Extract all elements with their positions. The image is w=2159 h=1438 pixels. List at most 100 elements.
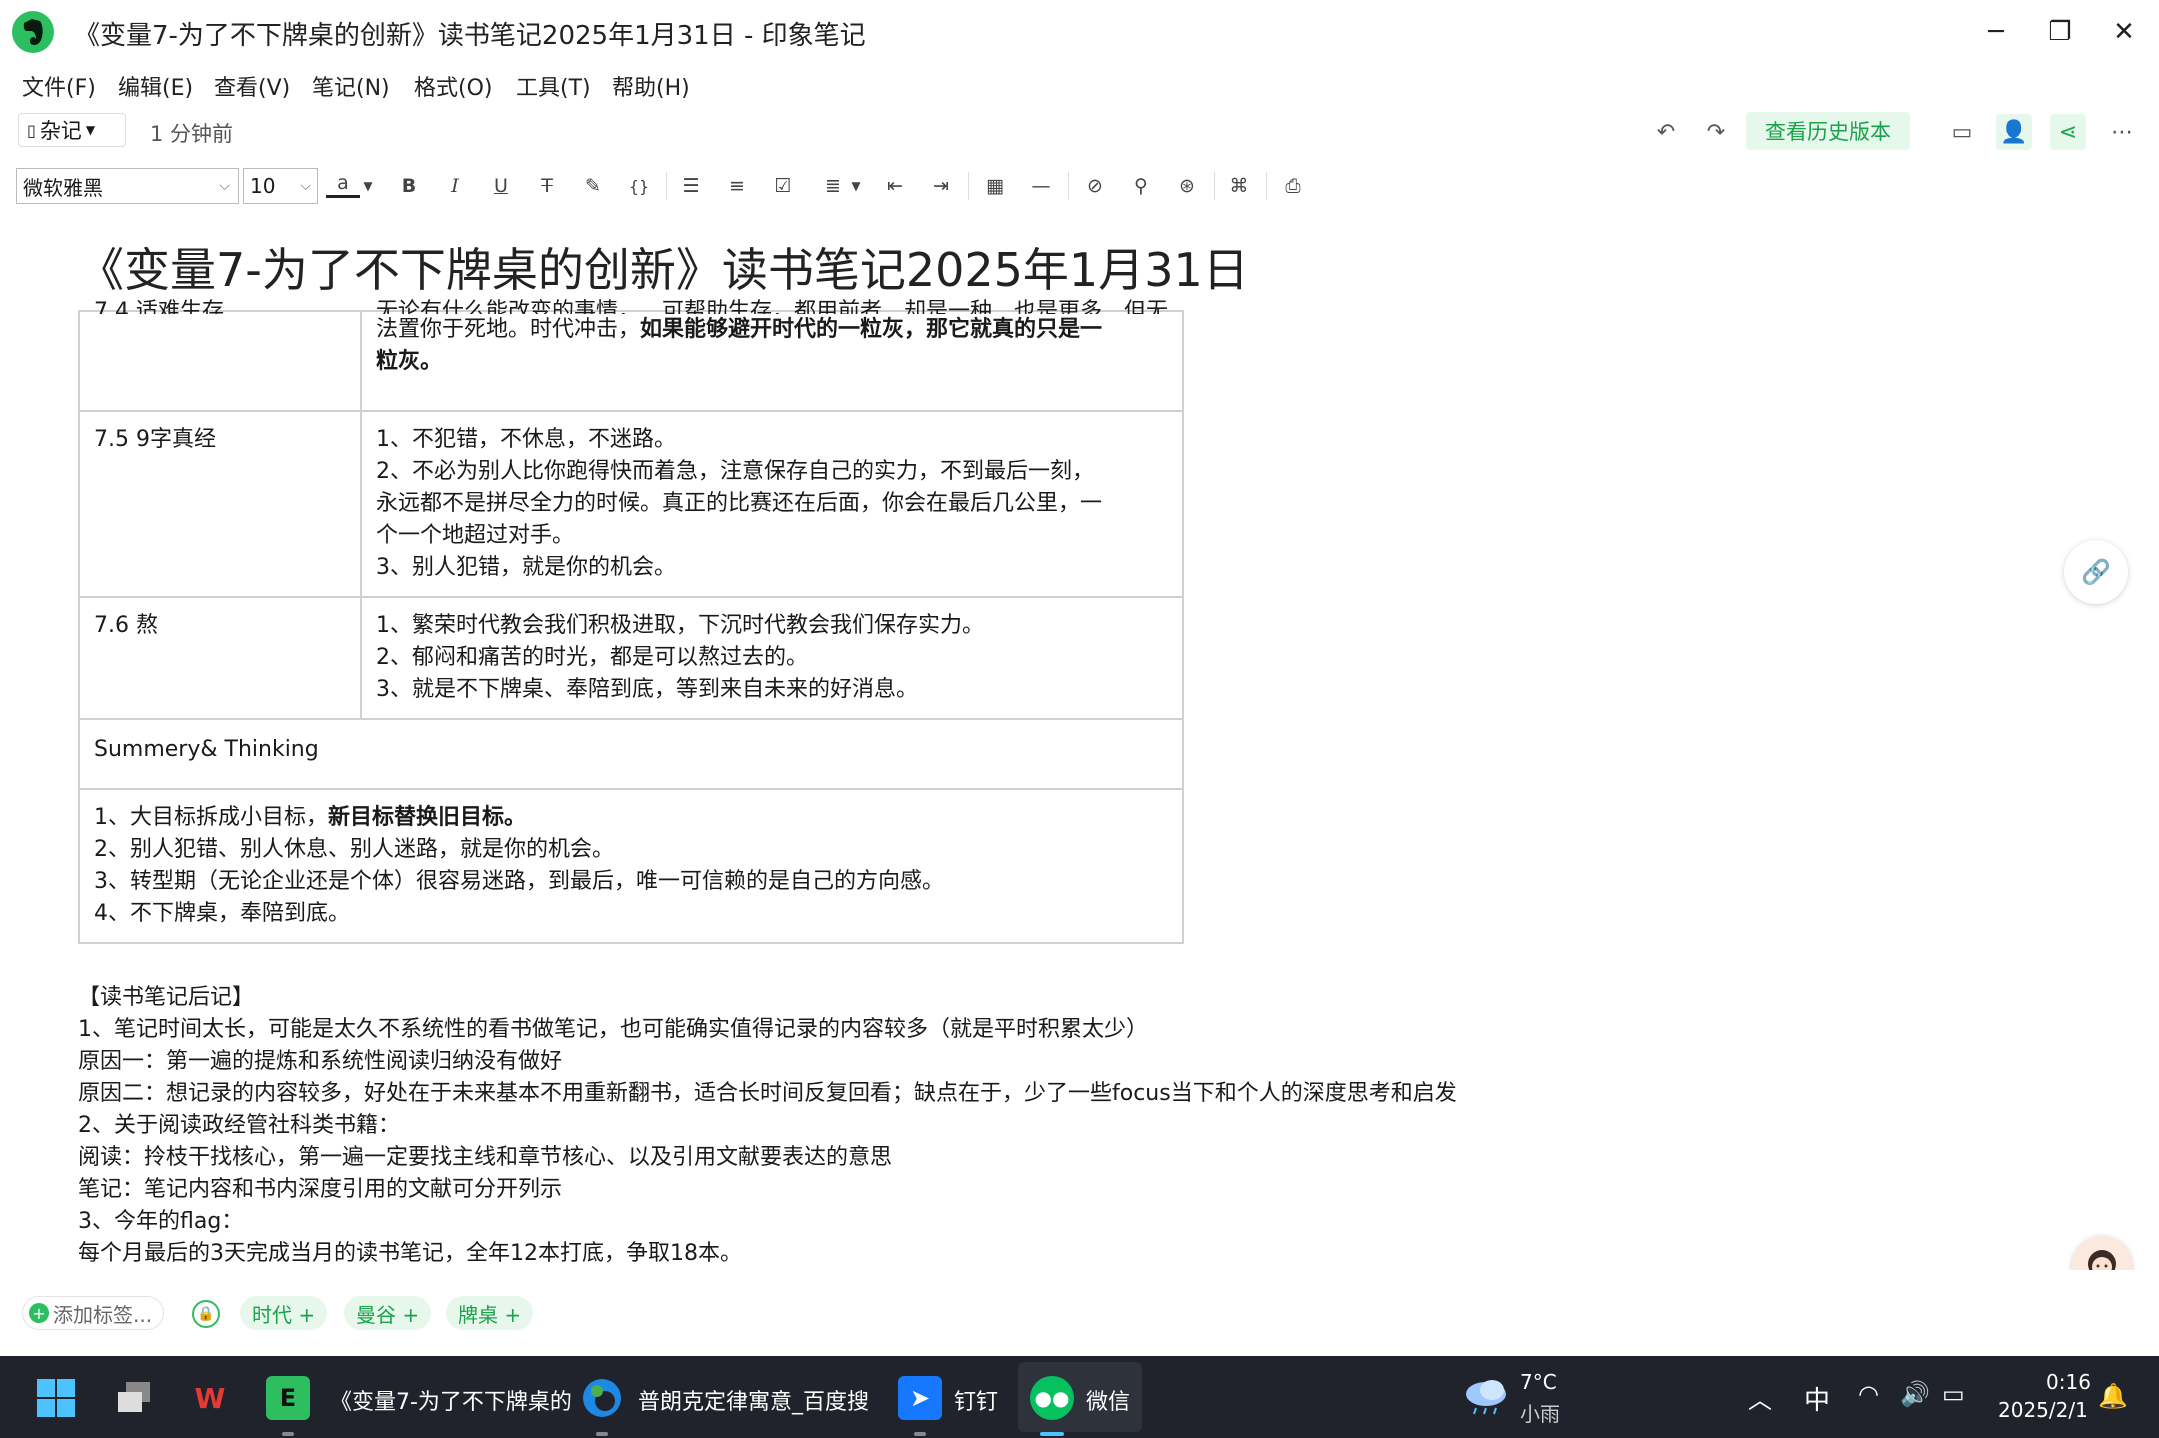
- cell-text: 3、转型期（无论企业还是个体）很容易迷路，到最后，唯一可信赖的是自己的方向感。: [94, 869, 944, 894]
- after-notes[interactable]: 【读书笔记后记】 1、笔记时间太长，可能是太久不系统性的看书做笔记，也可能确实值…: [78, 982, 1457, 1270]
- taskbar-app-label[interactable]: 《变量7-为了不下牌桌的: [330, 1384, 572, 1416]
- share-user-button[interactable]: 👤: [1996, 114, 2032, 150]
- font-size-select[interactable]: 10 ⌵: [243, 168, 318, 204]
- table-cell[interactable]: 7.4 适难生存: [78, 299, 362, 412]
- note-title[interactable]: 《变量7-为了不下牌桌的创新》读书笔记2025年1月31日: [78, 234, 1249, 300]
- font-size-value: 10: [250, 174, 276, 198]
- notification-bell-icon[interactable]: 🔔: [2098, 1382, 2128, 1410]
- minimize-button[interactable]: ─: [1970, 10, 2022, 54]
- task-view-button[interactable]: [112, 1376, 156, 1420]
- redo-button[interactable]: ↷: [1698, 114, 1734, 150]
- clock-time[interactable]: 0:16: [2046, 1370, 2091, 1394]
- text-color-button[interactable]: a: [326, 170, 360, 198]
- menu-note[interactable]: 笔记(N): [312, 70, 390, 102]
- highlight-button[interactable]: ✎: [576, 170, 610, 202]
- taskbar-app-label[interactable]: 微信: [1086, 1384, 1130, 1416]
- table-cell[interactable]: 1、不犯错，不休息，不迷路。 2、不必为别人比你跑得快而着急，注意保存自己的实力…: [359, 410, 1185, 598]
- taskbar-app-label[interactable]: 普朗克定律寓意_百度搜: [638, 1384, 869, 1416]
- share-button[interactable]: ⋖: [2050, 114, 2086, 150]
- copy-link-button[interactable]: 🔗: [2064, 540, 2128, 604]
- table-cell[interactable]: 7.5 9字真经: [78, 410, 362, 598]
- show-hidden-icons-button[interactable]: ︿: [1748, 1380, 1772, 1415]
- tag-chip[interactable]: 时代 +: [240, 1296, 328, 1330]
- link-icon: 🔗: [2081, 558, 2111, 586]
- close-button[interactable]: ✕: [2098, 10, 2150, 54]
- volume-icon[interactable]: 🔊: [1900, 1380, 1930, 1408]
- paragraph: 3、今年的flag：: [78, 1209, 244, 1234]
- add-tag-button[interactable]: + 添加标签...: [22, 1296, 164, 1330]
- font-family-select[interactable]: 微软雅黑 ⌵: [16, 168, 239, 204]
- text-color-dropdown[interactable]: ▼: [358, 170, 378, 202]
- menu-edit[interactable]: 编辑(E): [118, 70, 193, 102]
- menu-tools[interactable]: 工具(T): [516, 70, 591, 102]
- menu-file[interactable]: 文件(F): [22, 70, 96, 102]
- more-button[interactable]: ⋯: [2104, 114, 2140, 150]
- edge-taskbar-button[interactable]: [580, 1376, 624, 1420]
- align-dropdown[interactable]: ▼: [846, 170, 866, 202]
- indent-button[interactable]: ⇥: [924, 170, 958, 202]
- underline-button[interactable]: U: [484, 170, 518, 202]
- menu-help[interactable]: 帮助(H): [612, 70, 690, 102]
- attachment-button[interactable]: ⊘: [1078, 170, 1112, 202]
- table-cell[interactable]: 7.6 熬: [78, 596, 362, 720]
- summary-header: Summery& Thinking: [94, 737, 319, 762]
- table-button[interactable]: ▦: [978, 170, 1012, 202]
- undo-icon: ↶: [1656, 119, 1676, 145]
- start-button[interactable]: [34, 1376, 78, 1420]
- dingtalk-taskbar-button[interactable]: ➤: [898, 1376, 942, 1420]
- active-indicator: [1040, 1432, 1064, 1436]
- print-button[interactable]: ⎙: [1276, 170, 1310, 202]
- table-cell[interactable]: Summery& Thinking: [78, 718, 1184, 790]
- battery-icon[interactable]: ▭: [1942, 1380, 1965, 1408]
- paragraph: 阅读：拎枝干找核心，第一遍一定要找主线和章节核心、以及引用文献要表达的意思: [78, 1145, 893, 1170]
- toolbar-divider: [1266, 172, 1267, 200]
- menu-format[interactable]: 格式(O): [414, 70, 492, 102]
- ime-indicator[interactable]: 中: [1804, 1380, 1830, 1417]
- history-button[interactable]: 查看历史版本: [1746, 112, 1910, 150]
- menu-view[interactable]: 查看(V): [214, 70, 290, 102]
- note-table[interactable]: 7.4 适难生存 无论有什么能改变的事情，…可帮助生存，都用前者…却是一种…也是…: [78, 299, 1185, 944]
- numbered-list-icon: ≡: [729, 175, 745, 197]
- wifi-icon[interactable]: ◠: [1858, 1380, 1879, 1408]
- align-button[interactable]: ≣: [816, 170, 850, 202]
- undo-button[interactable]: ↶: [1648, 114, 1684, 150]
- weather-widget[interactable]: [1462, 1376, 1510, 1420]
- strikethrough-button[interactable]: T: [530, 170, 564, 202]
- table-cell[interactable]: 无论有什么能改变的事情，…可帮助生存，都用前者…却是一种…也是更多…但无 法置你…: [359, 299, 1185, 412]
- table-row: 1、大目标拆成小目标，新目标替换旧目标。 2、别人犯错、别人休息、别人迷路，就是…: [78, 788, 1184, 944]
- rain-cloud-icon: [1466, 1380, 1506, 1415]
- tag-chip[interactable]: 曼谷 +: [344, 1296, 432, 1330]
- task-view-icon: [118, 1382, 150, 1412]
- wechat-taskbar-button[interactable]: ●●: [1030, 1376, 1074, 1420]
- shortcut-button[interactable]: ⌘: [1222, 170, 1256, 202]
- evernote-taskbar-button[interactable]: E: [266, 1376, 310, 1420]
- restore-button[interactable]: ❐: [2034, 10, 2086, 54]
- tag-chip[interactable]: 牌桌 +: [446, 1296, 534, 1330]
- numbered-list-button[interactable]: ≡: [720, 170, 754, 202]
- notebook-name: 杂记: [39, 119, 82, 143]
- code-icon: {}: [628, 176, 650, 196]
- cell-text: 个一个地超过对手。: [375, 523, 574, 548]
- highlighter-icon: ✎: [585, 175, 601, 197]
- checklist-button[interactable]: ☑: [766, 170, 800, 202]
- running-indicator: [282, 1432, 294, 1436]
- ai-assistant-button[interactable]: [2072, 1236, 2132, 1270]
- mindmap-button[interactable]: ⊛: [1170, 170, 1204, 202]
- divider-button[interactable]: —: [1024, 170, 1058, 202]
- format-toolbar: 微软雅黑 ⌵ 10 ⌵ a ▼ B I U T ✎ {} ☰ ≡ ☑ ≣ ▼ ⇤…: [0, 164, 2159, 208]
- bullet-list-button[interactable]: ☰: [674, 170, 708, 202]
- note-editor[interactable]: 《变量7-为了不下牌桌的创新》读书笔记2025年1月31日 7.4 适难生存 无…: [0, 210, 2159, 1270]
- outdent-button[interactable]: ⇤: [878, 170, 912, 202]
- table-cell[interactable]: 1、大目标拆成小目标，新目标替换旧目标。 2、别人犯错、别人休息、别人迷路，就是…: [78, 788, 1184, 944]
- italic-button[interactable]: I: [438, 170, 472, 202]
- stamp-button[interactable]: ⚲: [1124, 170, 1158, 202]
- wps-app-button[interactable]: W: [188, 1376, 232, 1420]
- bold-button[interactable]: B: [392, 170, 426, 202]
- notebook-selector[interactable]: ▯ 杂记 ▼: [18, 113, 126, 147]
- present-button[interactable]: ▭: [1944, 114, 1980, 150]
- clock-date[interactable]: 2025/2/1: [1998, 1398, 2088, 1422]
- tag-ai-button[interactable]: 🔒: [192, 1300, 220, 1328]
- taskbar-app-label[interactable]: 钉钉: [954, 1384, 998, 1416]
- table-cell[interactable]: 1、繁荣时代教会我们积极进取，下沉时代教会我们保存实力。 2、郁闷和痛苦的时光，…: [359, 596, 1185, 720]
- code-button[interactable]: {}: [622, 170, 656, 202]
